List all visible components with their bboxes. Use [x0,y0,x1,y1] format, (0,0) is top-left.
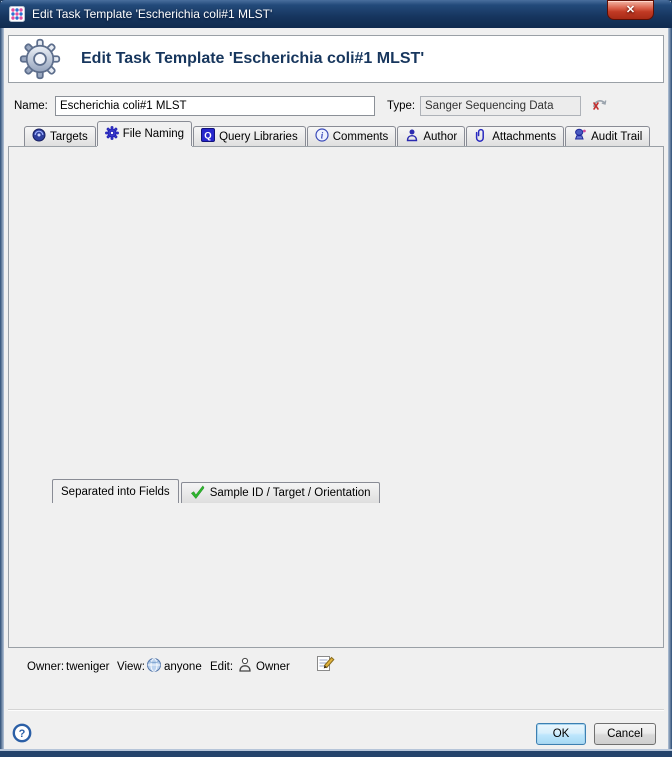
help-icon[interactable]: ? [12,723,32,748]
name-label: Name: [14,100,48,112]
query-icon: Q [201,128,215,145]
view-label: View: [117,661,145,673]
window-border-right [668,28,672,757]
type-label: Type: [387,100,415,112]
tab-separated-into-fields[interactable]: Separated into Fields [52,479,179,503]
tab-label: Comments [333,131,389,143]
info-icon: i [315,128,329,145]
tab-label: Audit Trail [591,131,642,143]
tab-sample-target-orientation[interactable]: Sample ID / Target / Orientation [181,482,380,503]
footer-divider [8,709,664,711]
target-icon [32,128,46,145]
tab-label: Separated into Fields [61,486,170,498]
example-tab-strip: Separated into Fields Sample ID / Target… [52,479,382,503]
tab-strip: Targets File Naming Q Query Libraries i … [24,121,651,146]
window-title: Edit Task Template 'Escherichia coli#1 M… [32,0,272,28]
window-border-bottom [0,749,672,757]
change-type-icon[interactable] [590,96,608,119]
tab-attachments[interactable]: Attachments [466,126,564,146]
tab-audit-trail[interactable]: Audit Trail [565,126,650,146]
tab-file-naming[interactable]: File Naming [97,121,192,146]
owner-value: tweniger [66,661,109,673]
cancel-button[interactable]: Cancel [594,723,656,745]
globe-icon [146,657,162,678]
tab-comments[interactable]: i Comments [307,126,397,146]
tab-targets[interactable]: Targets [24,126,96,146]
svg-text:?: ? [19,728,26,740]
name-input[interactable] [55,96,375,116]
svg-text:Q: Q [204,131,211,142]
person-icon [405,128,419,145]
gear-blue-icon [105,126,119,143]
owner-label: Owner: [27,661,64,673]
app-icon [9,6,25,27]
close-icon: ✕ [626,4,635,16]
green-check-icon [190,485,205,502]
page-title: Edit Task Template 'Escherichia coli#1 M… [81,36,424,82]
tab-label: Targets [50,131,88,143]
stamp-icon [573,128,587,145]
edit-permissions-icon[interactable] [316,654,335,678]
person-icon [238,657,252,678]
edit-label: Edit: [210,661,233,673]
edit-value: Owner [256,661,290,673]
titlebar[interactable]: Edit Task Template 'Escherichia coli#1 M… [0,0,672,28]
tab-query-libraries[interactable]: Q Query Libraries [193,126,306,146]
ok-button[interactable]: OK [536,723,586,745]
paperclip-icon [474,128,488,145]
close-button[interactable]: ✕ [607,0,654,20]
tab-label: Author [423,131,457,143]
view-value: anyone [164,661,202,673]
edit-task-template-dialog: Edit Task Template 'Escherichia coli#1 M… [0,0,672,757]
tab-label: Query Libraries [219,131,298,143]
tab-label: File Naming [123,128,184,140]
window-border-left [0,28,4,757]
tab-label: Sample ID / Target / Orientation [210,487,371,499]
type-input [420,96,581,116]
file-naming-panel [8,146,664,648]
tab-label: Attachments [492,131,556,143]
tab-author[interactable]: Author [397,126,465,146]
gear-icon [19,38,61,85]
dialog-header: Edit Task Template 'Escherichia coli#1 M… [8,35,664,83]
